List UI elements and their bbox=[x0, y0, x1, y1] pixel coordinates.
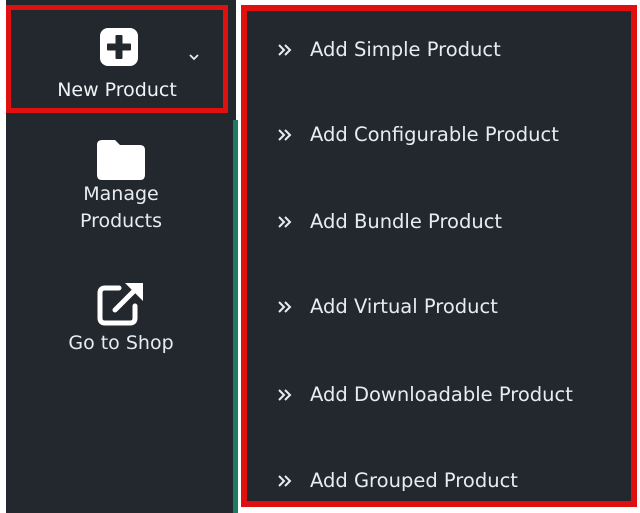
menu-item-label: Add Downloadable Product bbox=[310, 383, 573, 406]
menu-item-label: Add Grouped Product bbox=[310, 469, 518, 492]
plus-square-icon bbox=[100, 28, 138, 66]
double-chevron-right-icon bbox=[278, 301, 292, 313]
manage-products-label-line1: Manage bbox=[83, 183, 159, 205]
menu-item-add-grouped-product[interactable]: Add Grouped Product bbox=[247, 461, 637, 501]
double-chevron-right-icon bbox=[278, 44, 292, 56]
new-product-label: New Product bbox=[57, 79, 177, 101]
folder-icon bbox=[97, 140, 145, 180]
double-chevron-right-icon bbox=[278, 216, 292, 228]
menu-item-label: Add Virtual Product bbox=[310, 295, 498, 318]
chevron-down-icon bbox=[189, 54, 199, 61]
manage-products-button[interactable]: Manage Products bbox=[6, 137, 236, 247]
double-chevron-right-icon bbox=[278, 475, 292, 487]
menu-item-add-downloadable-product[interactable]: Add Downloadable Product bbox=[247, 375, 637, 415]
menu-item-label: Add Configurable Product bbox=[310, 123, 559, 146]
double-chevron-right-icon bbox=[278, 129, 292, 141]
menu-item-label: Add Bundle Product bbox=[310, 210, 503, 233]
external-link-icon bbox=[97, 283, 143, 326]
menu-item-label: Add Simple Product bbox=[310, 38, 501, 61]
new-product-flyout-menu: Add Simple Product Add Configurable Prod… bbox=[241, 5, 637, 507]
manage-products-label-line2: Products bbox=[79, 210, 163, 232]
go-to-shop-label: Go to Shop bbox=[68, 332, 174, 354]
new-product-button[interactable]: New Product bbox=[6, 5, 228, 113]
admin-screen: New Product Manage Products Go to Shop A… bbox=[0, 0, 640, 513]
double-chevron-right-icon bbox=[278, 389, 292, 401]
menu-item-add-bundle-product[interactable]: Add Bundle Product bbox=[247, 202, 637, 242]
menu-item-add-simple-product[interactable]: Add Simple Product bbox=[247, 30, 637, 70]
go-to-shop-button[interactable]: Go to Shop bbox=[6, 278, 236, 368]
menu-item-add-configurable-product[interactable]: Add Configurable Product bbox=[247, 115, 637, 155]
menu-item-add-virtual-product[interactable]: Add Virtual Product bbox=[247, 287, 637, 327]
